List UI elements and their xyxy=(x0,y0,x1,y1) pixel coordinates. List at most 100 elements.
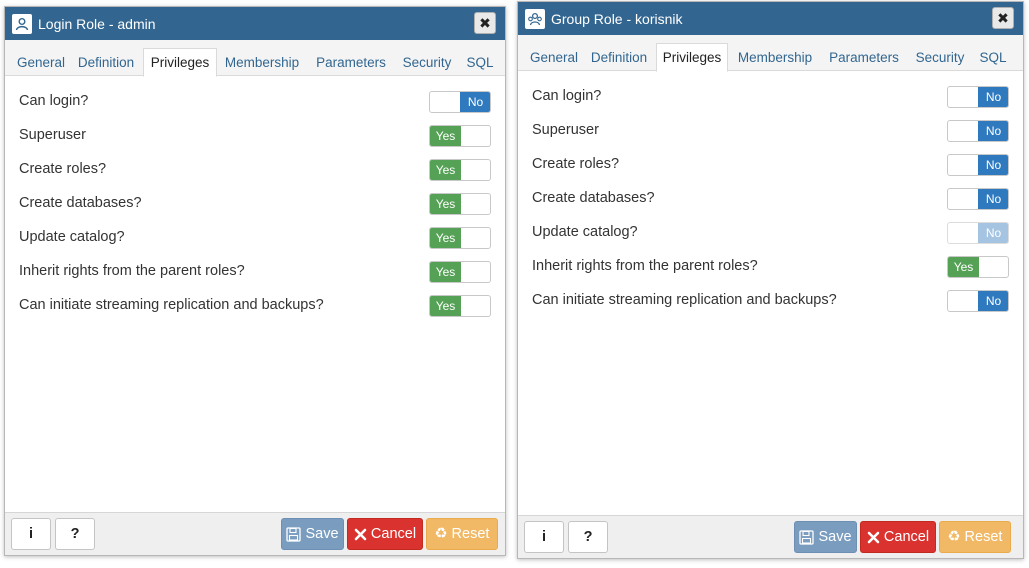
reset-button[interactable]: ♻ Reset xyxy=(939,521,1011,553)
tab-membership[interactable]: Membership xyxy=(221,48,303,76)
privilege-toggle[interactable]: Yes xyxy=(429,261,491,283)
tab-definition[interactable]: Definition xyxy=(586,43,652,71)
privilege-row: Superuser No xyxy=(532,120,1009,144)
toggle-state-label: No xyxy=(978,189,1008,209)
privilege-label: Superuser xyxy=(19,127,86,143)
dialog-title: Login Role - admin xyxy=(38,15,156,32)
privilege-row: Create roles? No xyxy=(532,154,1009,178)
login-role-dialog: Login Role - admin ✖ General Definition … xyxy=(4,6,506,556)
save-icon xyxy=(799,529,815,545)
privilege-toggle[interactable]: No xyxy=(429,91,491,113)
privilege-label: Can initiate streaming replication and b… xyxy=(532,292,837,308)
privilege-label: Inherit rights from the parent roles? xyxy=(19,263,245,279)
privilege-row: Can initiate streaming replication and b… xyxy=(19,295,491,319)
save-button[interactable]: Save xyxy=(794,521,857,553)
toggle-state-label: No xyxy=(978,121,1008,141)
privilege-toggle[interactable]: Yes xyxy=(429,159,491,181)
privilege-row: Can initiate streaming replication and b… xyxy=(532,290,1009,314)
privilege-row: Update catalog? No xyxy=(532,222,1009,246)
tab-security[interactable]: Security xyxy=(912,43,968,71)
toggle-state-label: Yes xyxy=(430,160,461,180)
toggle-state-label: No xyxy=(978,291,1008,311)
cancel-button[interactable]: Cancel xyxy=(347,518,423,550)
save-label: Save xyxy=(818,529,852,545)
recycle-icon: ♻ xyxy=(434,526,448,542)
privilege-row: Inherit rights from the parent roles? Yes xyxy=(19,261,491,285)
tab-sql[interactable]: SQL xyxy=(977,43,1009,71)
privilege-label: Can login? xyxy=(532,88,602,104)
privilege-toggle[interactable]: Yes xyxy=(429,125,491,147)
toggle-state-label: Yes xyxy=(430,126,461,146)
privilege-toggle[interactable]: Yes xyxy=(429,295,491,317)
reset-label: Reset xyxy=(451,526,490,542)
cancel-label: Cancel xyxy=(883,529,930,545)
user-role-icon xyxy=(12,13,32,34)
close-button[interactable]: ✖ xyxy=(474,12,496,34)
privilege-toggle: No xyxy=(947,222,1009,244)
privilege-toggle[interactable]: Yes xyxy=(429,193,491,215)
dialog-footer: i ? Save Cancel ♻ Reset xyxy=(518,515,1023,558)
group-role-dialog: Group Role - korisnik ✖ General Definiti… xyxy=(517,1,1024,559)
privilege-toggle[interactable]: Yes xyxy=(947,256,1009,278)
privilege-toggle[interactable]: No xyxy=(947,120,1009,142)
dialog-titlebar[interactable]: Group Role - korisnik ✖ xyxy=(518,2,1023,35)
reset-button[interactable]: ♻ Reset xyxy=(426,518,498,550)
toggle-state-label: Yes xyxy=(430,262,461,282)
help-button[interactable]: ? xyxy=(55,518,95,550)
help-button[interactable]: ? xyxy=(568,521,608,553)
tab-bar: General Definition Privileges Membership… xyxy=(5,40,505,77)
privilege-label: Create databases? xyxy=(532,190,655,206)
group-role-icon xyxy=(525,8,545,29)
privilege-label: Create roles? xyxy=(19,161,107,177)
close-button[interactable]: ✖ xyxy=(992,7,1014,29)
privilege-toggle[interactable]: No xyxy=(947,188,1009,210)
privilege-row: Can login? No xyxy=(19,91,491,115)
privilege-label: Can initiate streaming replication and b… xyxy=(19,297,324,313)
privilege-label: Update catalog? xyxy=(19,229,125,245)
tab-parameters[interactable]: Parameters xyxy=(313,48,389,76)
tab-parameters[interactable]: Parameters xyxy=(826,43,902,71)
privilege-row: Create databases? No xyxy=(532,188,1009,212)
privilege-toggle[interactable]: Yes xyxy=(429,227,491,249)
close-icon xyxy=(354,528,367,541)
info-button[interactable]: i xyxy=(11,518,51,550)
privilege-label: Inherit rights from the parent roles? xyxy=(532,258,758,274)
privilege-label: Can login? xyxy=(19,93,89,109)
cancel-button[interactable]: Cancel xyxy=(860,521,936,553)
toggle-state-label: No xyxy=(978,87,1008,107)
privilege-label: Superuser xyxy=(532,122,599,138)
toggle-state-label: Yes xyxy=(948,257,979,277)
toggle-state-label: Yes xyxy=(430,228,461,248)
privilege-toggle[interactable]: No xyxy=(947,86,1009,108)
save-icon xyxy=(286,526,302,542)
tab-general[interactable]: General xyxy=(11,48,71,76)
privilege-toggle[interactable]: No xyxy=(947,154,1009,176)
info-button[interactable]: i xyxy=(524,521,564,553)
recycle-icon: ♻ xyxy=(947,529,961,545)
toggle-state-label: No xyxy=(978,155,1008,175)
save-label: Save xyxy=(305,526,339,542)
privilege-label: Create databases? xyxy=(19,195,142,211)
dialog-footer: i ? Save Cancel ♻ Reset xyxy=(5,512,505,555)
privilege-row: Update catalog? Yes xyxy=(19,227,491,251)
tab-definition[interactable]: Definition xyxy=(73,48,139,76)
tab-membership[interactable]: Membership xyxy=(734,43,816,71)
tab-privileges[interactable]: Privileges xyxy=(143,48,217,77)
dialog-titlebar[interactable]: Login Role - admin ✖ xyxy=(5,7,505,40)
tab-sql[interactable]: SQL xyxy=(464,48,496,76)
tab-bar: General Definition Privileges Membership… xyxy=(518,35,1023,72)
close-icon xyxy=(867,531,880,544)
tab-privileges[interactable]: Privileges xyxy=(656,43,728,72)
toggle-state-label: No xyxy=(978,223,1008,243)
tab-general[interactable]: General xyxy=(524,43,584,71)
privilege-row: Superuser Yes xyxy=(19,125,491,149)
privilege-label: Update catalog? xyxy=(532,224,638,240)
reset-label: Reset xyxy=(964,529,1003,545)
toggle-state-label: Yes xyxy=(430,194,461,214)
tab-security[interactable]: Security xyxy=(399,48,455,76)
save-button[interactable]: Save xyxy=(281,518,344,550)
privilege-row: Can login? No xyxy=(532,86,1009,110)
privilege-row: Inherit rights from the parent roles? Yes xyxy=(532,256,1009,280)
privilege-row: Create roles? Yes xyxy=(19,159,491,183)
privilege-toggle[interactable]: No xyxy=(947,290,1009,312)
